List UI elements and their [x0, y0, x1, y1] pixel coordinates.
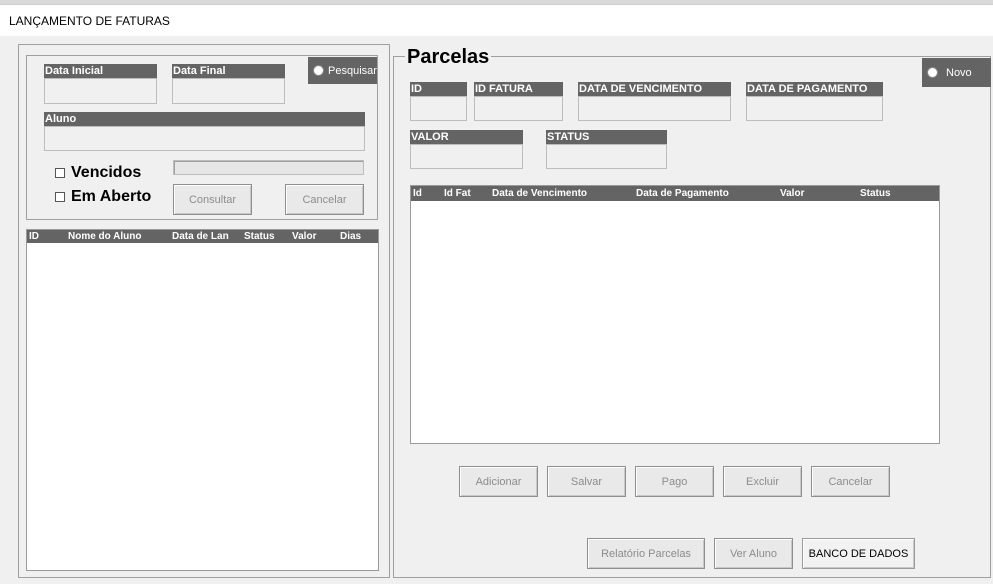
data-inicial-label: Data Inicial	[44, 64, 157, 78]
data-final-label: Data Final	[172, 64, 285, 78]
vencidos-checkbox[interactable]	[55, 168, 65, 178]
id-fatura-input[interactable]	[474, 96, 563, 121]
data-final-field[interactable]: Data Final	[172, 64, 285, 104]
consultar-button[interactable]: Consultar	[173, 184, 252, 215]
valor-field[interactable]: VALOR	[410, 130, 523, 170]
valor-input[interactable]	[410, 144, 523, 169]
salvar-button[interactable]: Salvar	[547, 466, 626, 497]
data-inicial-field[interactable]: Data Inicial	[44, 64, 157, 104]
id-input[interactable]	[410, 96, 467, 121]
data-pagamento-label: DATA DE PAGAMENTO	[746, 82, 883, 96]
data-inicial-input[interactable]	[44, 78, 157, 104]
em-aberto-checkbox-row[interactable]: Em Aberto	[55, 188, 151, 206]
adicionar-button[interactable]: Adicionar	[459, 466, 538, 497]
data-final-input[interactable]	[172, 78, 285, 104]
excluir-button[interactable]: Excluir	[723, 466, 802, 497]
novo-radio[interactable]: Novo	[922, 58, 991, 87]
faturas-list[interactable]: ID Nome do Aluno Data de Lan Status Valo…	[26, 229, 379, 571]
status-label: STATUS	[546, 130, 667, 144]
col-parc-id-fat[interactable]: Id Fat	[444, 186, 471, 201]
parcelas-title: Parcelas	[405, 45, 492, 69]
data-pagamento-field[interactable]: DATA DE PAGAMENTO	[746, 82, 883, 122]
col-parc-data-vencimento[interactable]: Data de Vencimento	[492, 186, 587, 201]
status-input[interactable]	[546, 144, 667, 169]
em-aberto-label: Em Aberto	[71, 188, 152, 205]
faturas-list-header: ID Nome do Aluno Data de Lan Status Valo…	[27, 230, 378, 243]
valor-label: VALOR	[410, 130, 523, 144]
window-title: LANÇAMENTO DE FATURAS	[9, 14, 170, 28]
pago-button[interactable]: Pago	[635, 466, 714, 497]
parcelas-list[interactable]: Id Id Fat Data de Vencimento Data de Pag…	[410, 185, 940, 444]
pesquisar-radio-icon[interactable]	[313, 65, 324, 76]
status-field[interactable]: STATUS	[546, 130, 667, 170]
col-status[interactable]: Status	[244, 230, 275, 243]
vencidos-label: Vencidos	[71, 164, 142, 181]
id-label: ID	[410, 82, 467, 96]
col-dias[interactable]: Dias	[340, 230, 361, 243]
data-vencimento-input[interactable]	[578, 96, 731, 121]
aluno-field[interactable]: Aluno	[44, 112, 365, 152]
pesquisar-label: Pesquisar	[328, 64, 377, 77]
vencidos-checkbox-row[interactable]: Vencidos	[55, 164, 141, 182]
id-field[interactable]: ID	[410, 82, 467, 122]
em-aberto-checkbox[interactable]	[55, 192, 65, 202]
col-parc-valor[interactable]: Valor	[780, 186, 804, 201]
data-pagamento-input[interactable]	[746, 96, 883, 121]
parcelas-cancelar-button[interactable]: Cancelar	[811, 466, 890, 497]
col-valor[interactable]: Valor	[292, 230, 316, 243]
col-parc-id[interactable]: Id	[413, 186, 422, 201]
filter-cancelar-button[interactable]: Cancelar	[285, 184, 364, 215]
aluno-label: Aluno	[44, 112, 365, 126]
col-parc-status[interactable]: Status	[860, 186, 891, 201]
id-fatura-label: ID FATURA	[474, 82, 563, 96]
aluno-input[interactable]	[44, 126, 365, 151]
data-vencimento-field[interactable]: DATA DE VENCIMENTO	[578, 82, 731, 122]
parcelas-list-header: Id Id Fat Data de Vencimento Data de Pag…	[411, 186, 939, 201]
banco-de-dados-button[interactable]: BANCO DE DADOS	[802, 538, 915, 569]
col-nome-aluno[interactable]: Nome do Aluno	[68, 230, 142, 243]
novo-label: Novo	[946, 66, 972, 79]
id-fatura-field[interactable]: ID FATURA	[474, 82, 563, 122]
novo-radio-icon[interactable]	[927, 67, 938, 78]
relatorio-parcelas-button[interactable]: Relatório Parcelas	[587, 538, 705, 569]
col-id[interactable]: ID	[29, 230, 39, 243]
col-data-lan[interactable]: Data de Lan	[172, 230, 229, 243]
pesquisar-radio[interactable]: Pesquisar	[308, 57, 377, 84]
progress-bar	[173, 160, 364, 175]
title-bar: LANÇAMENTO DE FATURAS	[0, 5, 993, 36]
ver-aluno-button[interactable]: Ver Aluno	[714, 538, 793, 569]
data-vencimento-label: DATA DE VENCIMENTO	[578, 82, 731, 96]
col-parc-data-pagamento[interactable]: Data de Pagamento	[636, 186, 729, 201]
